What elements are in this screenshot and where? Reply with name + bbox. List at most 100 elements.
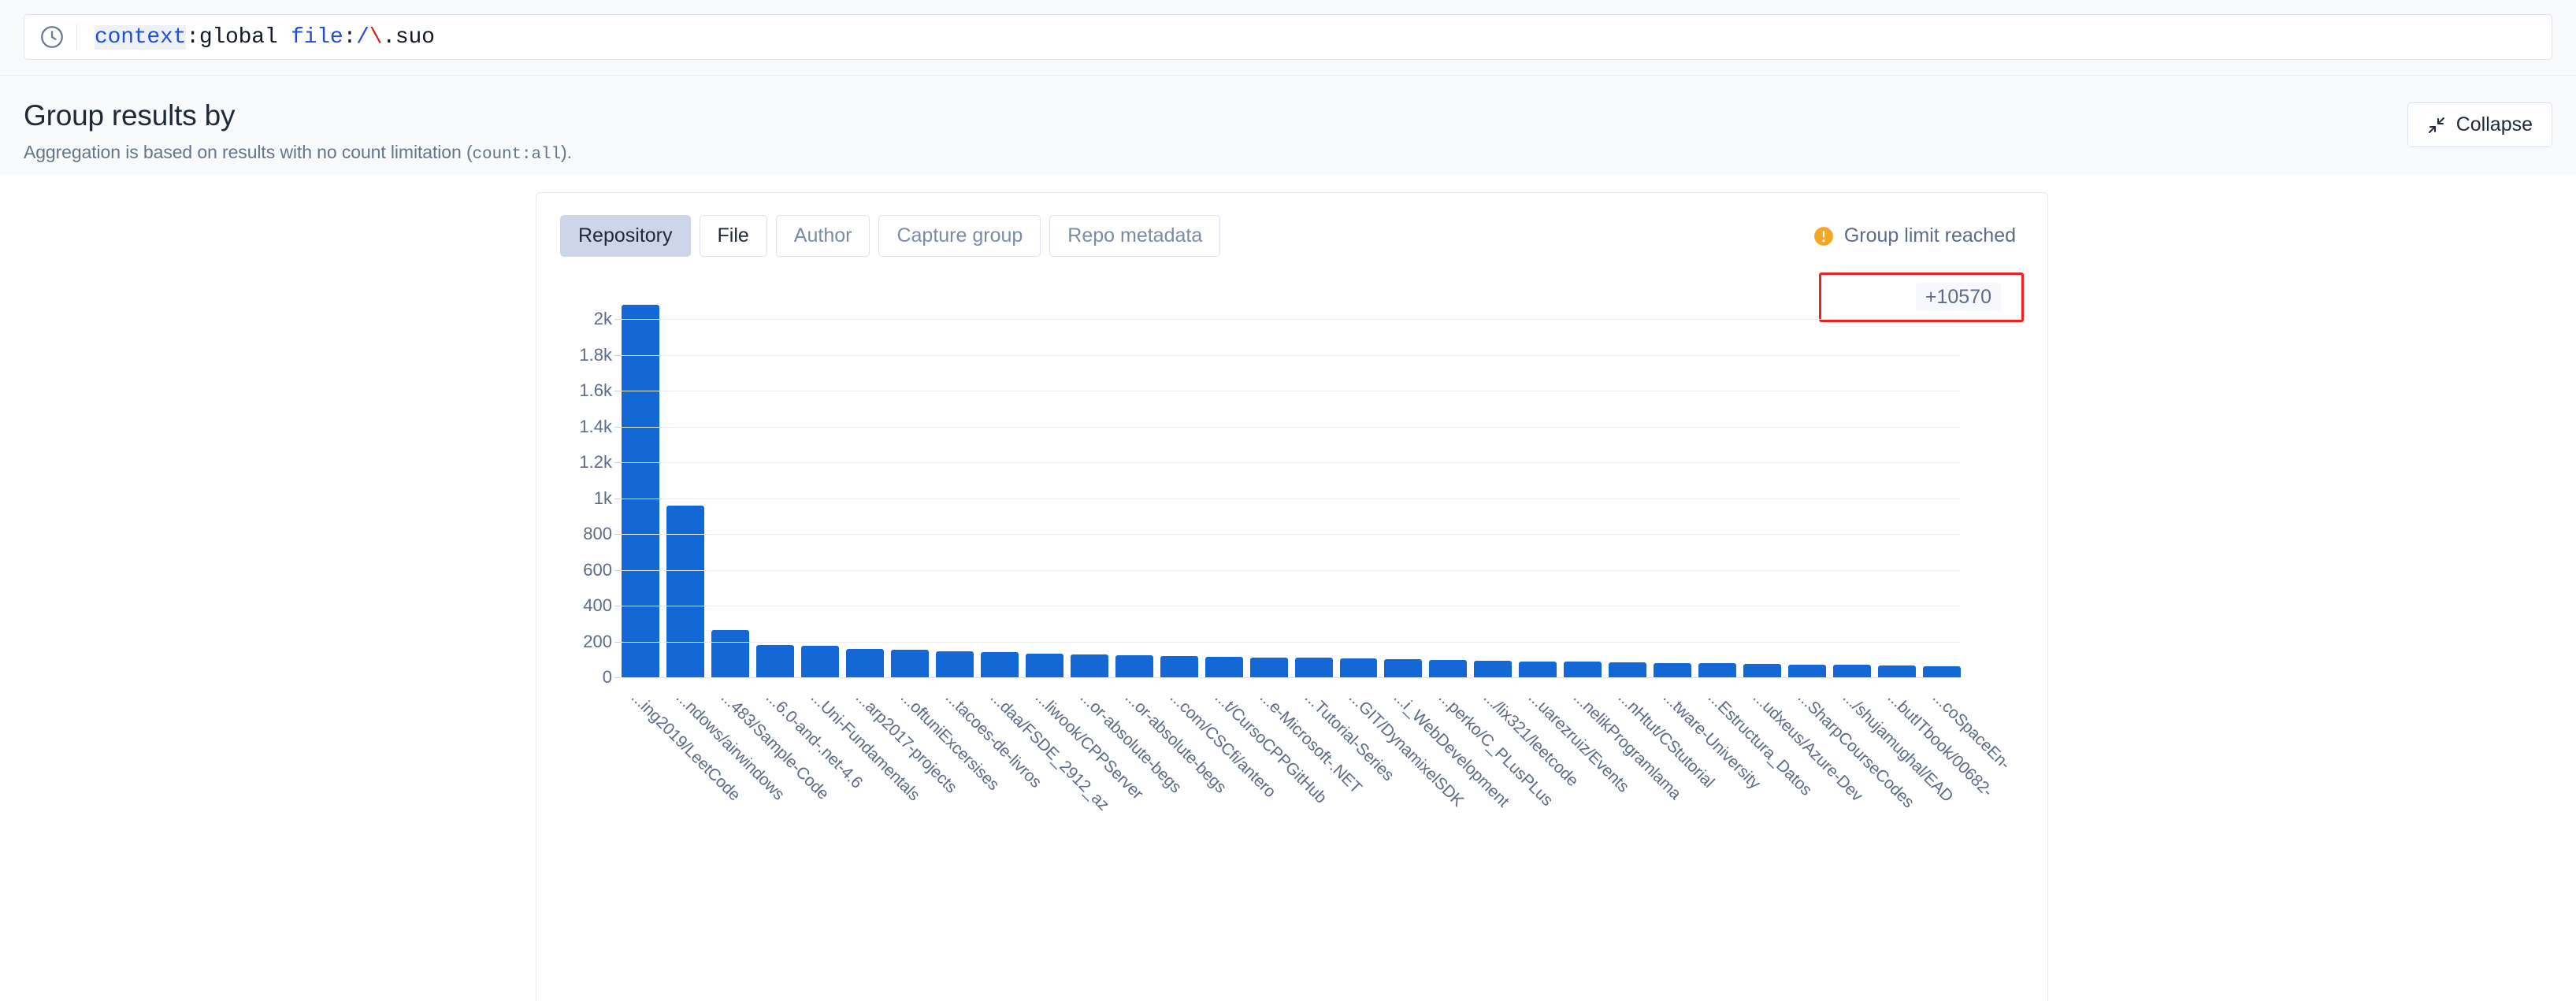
chart-bar[interactable]	[1788, 664, 1827, 677]
x-axis-label-slot: ...tware-University	[1654, 682, 1764, 792]
tab-repo-metadata[interactable]: Repo metadata	[1049, 215, 1221, 257]
page-subtitle-prefix: Aggregation is based on results with no …	[24, 141, 473, 162]
x-axis-label-slot: ...perko/C_PLusPLus	[1429, 682, 1557, 810]
chart-bar[interactable]	[711, 629, 749, 677]
x-axis-label-slot: ...or-absolute-begs	[1115, 682, 1229, 796]
x-axis-label-slot: ...butITbook/00682-	[1878, 682, 1996, 800]
chart-bar[interactable]	[666, 505, 704, 677]
chart-bar-column	[1654, 284, 1692, 677]
search-input[interactable]: context:global file:/\.suo	[24, 14, 2552, 60]
page-title: Group results by	[24, 99, 236, 132]
chart-bar[interactable]	[980, 652, 1019, 677]
chart-bar[interactable]	[1429, 659, 1468, 677]
chart-bar[interactable]	[800, 646, 839, 677]
x-axis-label-slot: ...or-absolute-begs	[1071, 682, 1184, 796]
chart-bar[interactable]	[1249, 657, 1288, 677]
chart-bar[interactable]	[935, 651, 974, 677]
page-subtitle-code: count:all	[472, 145, 562, 164]
x-axis-label-slot: ...Tutorial-Series	[1295, 682, 1397, 784]
x-axis-label-slot: ...483/Sample-Code	[711, 682, 833, 803]
chart-bar-column	[1339, 284, 1378, 677]
chart-grid-line	[622, 319, 1961, 321]
chart-bar-column	[1249, 284, 1288, 677]
chart-bar[interactable]	[1519, 661, 1557, 677]
page-subtitle-suffix: ).	[561, 141, 572, 162]
tab-repository[interactable]: Repository	[560, 215, 691, 257]
group-by-tabs: Repository File Author Capture group Repo me…	[560, 215, 1221, 257]
chart-bar[interactable]	[1070, 654, 1108, 677]
chart-bar[interactable]	[1025, 653, 1063, 677]
alert-circle-icon	[1813, 226, 1834, 247]
search-query-text: context:global file:/\.suo	[95, 24, 435, 50]
chart-bar[interactable]	[1474, 660, 1513, 677]
chart-bar[interactable]	[1339, 658, 1378, 677]
chart-zero-line	[622, 677, 1961, 678]
x-axis-label-slot: ...GIT/DynamixelSDK	[1340, 682, 1468, 810]
chart-bar[interactable]	[1564, 662, 1602, 677]
tab-capture-group[interactable]: Capture group	[878, 215, 1041, 257]
collapse-button-label: Collapse	[2455, 113, 2533, 135]
y-axis-label: 600	[583, 559, 612, 580]
aggregation-card: Repository File Author Capture group Repo me…	[536, 192, 2048, 1001]
chart-bar-column	[622, 284, 659, 677]
x-axis-label-slot: ...nHtut/CStutorial	[1609, 682, 1718, 792]
chart-bar[interactable]	[1160, 655, 1198, 677]
chart-bar[interactable]	[1115, 654, 1153, 677]
aggregation-toolbar: Repository File Author Capture group Repo me…	[560, 215, 2024, 257]
chart-bar-column	[1698, 284, 1737, 677]
chart-bar-column	[980, 284, 1019, 677]
chart-bar-column	[1609, 284, 1647, 677]
collapse-icon	[2427, 116, 2446, 135]
y-axis-tick	[614, 534, 621, 536]
y-axis-tick	[614, 354, 621, 356]
x-axis-label-slot: ...udxeus/Azure-Dev	[1743, 682, 1866, 805]
chart-bar[interactable]	[1294, 658, 1333, 677]
chart-bar[interactable]	[1878, 665, 1917, 677]
collapse-button[interactable]: Collapse	[2407, 102, 2552, 147]
chart-bar[interactable]	[755, 645, 794, 677]
chart-bar[interactable]	[1384, 659, 1423, 677]
chart-grid-line	[622, 569, 1961, 571]
x-axis-label[interactable]: ...coSpaceEn-	[1928, 688, 2014, 773]
y-axis-tick	[614, 426, 621, 428]
chart-bar-column	[1294, 284, 1333, 677]
chart-bar-column	[1160, 284, 1198, 677]
x-axis-label-slot: ...liwook/CPPServer	[1026, 682, 1146, 803]
chart-bar[interactable]	[1698, 663, 1737, 677]
y-axis-tick	[614, 319, 621, 321]
chart-bar[interactable]	[1743, 663, 1782, 677]
chart-bar[interactable]	[845, 649, 884, 677]
header-text-block: Group results by Aggregation is based on…	[24, 99, 572, 164]
y-axis-label: 200	[583, 631, 612, 651]
tab-file[interactable]: File	[699, 215, 767, 257]
tab-author[interactable]: Author	[775, 215, 870, 257]
chart-bar-column	[1115, 284, 1153, 677]
x-axis-label-slot: ...daa/FSDE_2912_az	[981, 682, 1112, 814]
chart-bar[interactable]	[890, 650, 929, 677]
chart-bar-column	[1025, 284, 1063, 677]
chart-bar[interactable]	[1609, 662, 1647, 677]
chart-bar-column	[800, 284, 839, 677]
y-axis-tick	[614, 462, 621, 464]
chart-bar[interactable]	[1833, 665, 1872, 677]
chart-bar-column	[1878, 284, 1917, 677]
y-axis-label: 1.6k	[579, 380, 612, 401]
chart-bar-column	[1743, 284, 1782, 677]
chart-grid-line	[622, 534, 1961, 536]
chart-bar[interactable]	[1204, 656, 1243, 677]
tab-label: Repository	[578, 224, 673, 247]
chart-bar-column	[1474, 284, 1513, 677]
x-axis-label-slot: ...com/CSCfi/antero	[1160, 682, 1279, 801]
tab-label: Repo metadata	[1067, 224, 1203, 247]
y-axis-label: 800	[583, 524, 612, 544]
chart-bar-column	[1429, 284, 1468, 677]
x-axis-label-slot: ...Estructura_Datos	[1698, 682, 1816, 799]
y-axis-label: 1.2k	[579, 452, 612, 473]
chart-bar[interactable]	[1654, 662, 1692, 677]
y-axis-label: 1.8k	[579, 344, 612, 365]
x-axis-label-slot: ...uarezruiz/Events	[1519, 682, 1633, 796]
chart-bar[interactable]	[1923, 666, 1962, 677]
chart-bar[interactable]	[622, 305, 659, 677]
y-axis-tick	[614, 677, 621, 678]
search-divider	[76, 24, 77, 50]
